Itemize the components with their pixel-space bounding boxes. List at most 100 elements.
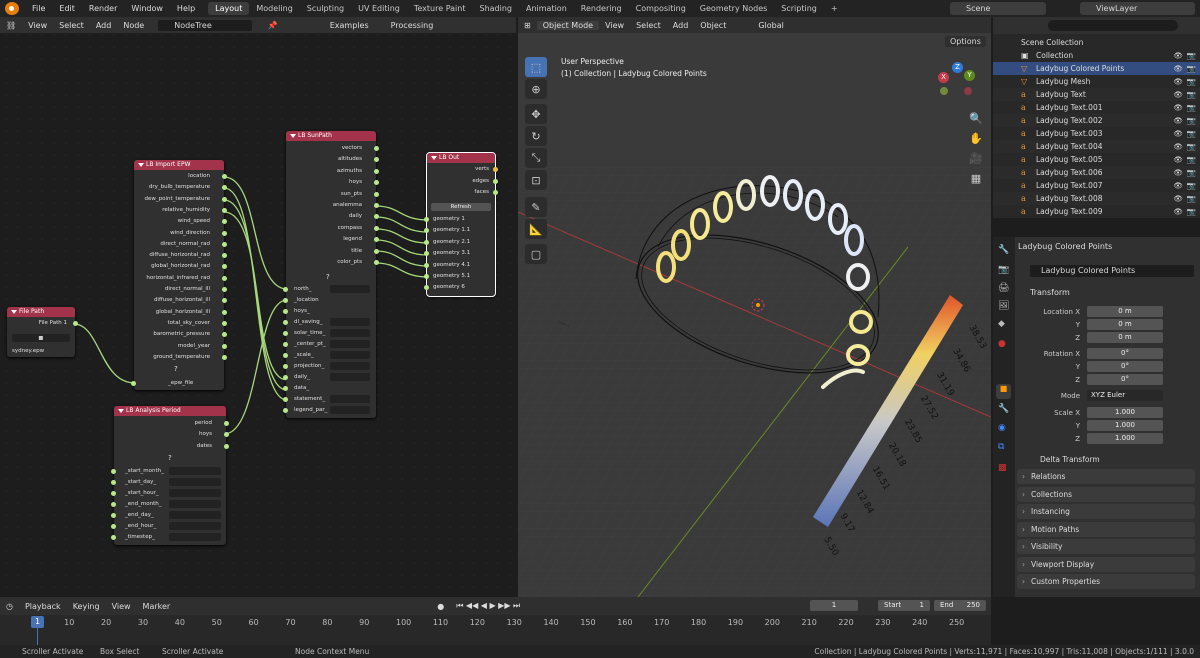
location-z-field[interactable]: 0 m [1087,332,1163,343]
tool-tab-icon[interactable]: 🔧 [998,245,1009,255]
camera-icon[interactable]: 🎥 [965,148,987,168]
camera-icon[interactable]: 📷 [1187,168,1196,177]
node-socket[interactable] [283,298,288,303]
eye-icon[interactable]: 👁 [1173,103,1183,112]
node-socket[interactable] [283,287,288,292]
camera-icon[interactable]: 📷 [1187,129,1196,138]
tab-geometry-nodes[interactable]: Geometry Nodes [693,2,774,15]
node-socket[interactable] [424,239,429,245]
node-socket[interactable] [374,191,379,197]
help-icon[interactable]: ? [168,454,172,462]
grid-icon[interactable]: ▦ [965,168,987,188]
outliner-row[interactable]: a Ladybug Text.009 👁 📷 [993,205,1200,218]
node-socket[interactable] [424,274,429,279]
node-socket[interactable] [424,251,429,257]
playback-menu[interactable]: Playback [19,602,67,611]
outliner-row[interactable]: a Ladybug Text.007 👁 📷 [993,179,1200,192]
node-input-field[interactable] [169,478,221,486]
render-tab-icon[interactable]: 📷 [998,265,1009,275]
rotation-y-field[interactable]: 0° [1087,361,1163,372]
rotation-z-field[interactable]: 0° [1087,374,1163,385]
eye-icon[interactable]: 👁 [1173,129,1183,138]
timeline-view-menu[interactable]: View [106,602,137,611]
select-tool-icon[interactable]: ⬚ [525,57,547,77]
outliner-row[interactable]: a Ladybug Text.006 👁 📷 [993,166,1200,179]
node-socket[interactable] [222,354,227,360]
node-socket[interactable] [222,174,227,179]
node-socket[interactable] [73,321,78,326]
end-frame-field[interactable]: End 250 [934,600,986,611]
view-layer-selector[interactable]: ViewLayer [1080,2,1195,15]
node-socket[interactable] [424,285,429,291]
scale-x-field[interactable]: 1.000 [1087,407,1163,418]
node-socket[interactable] [222,309,227,315]
gizmo-neg-x[interactable] [964,87,972,95]
node-input-field[interactable] [169,533,221,541]
node-socket[interactable] [493,167,498,172]
scale-tool-icon[interactable]: ⤡ [525,148,547,168]
node-socket[interactable] [374,203,379,208]
props-section[interactable]: Instancing [1017,504,1195,519]
cursor-tool-icon[interactable]: ⊕ [525,79,547,99]
pan-hand-icon[interactable]: ✋ [965,128,987,148]
scale-z-field[interactable]: 1.000 [1087,433,1163,444]
output-tab-icon[interactable]: 🖨 [998,283,1009,293]
node-socket[interactable] [111,491,116,496]
3d-viewport[interactable]: 5.50 9.17 12.84 16.51 20.18 23.85 27.52 31.19 34… [518,17,991,597]
node-input-field[interactable] [169,467,221,475]
camera-icon[interactable]: 📷 [1187,51,1196,60]
props-section[interactable]: Relations [1017,469,1195,484]
transform-tool-icon[interactable]: ⊡ [525,170,547,190]
eye-icon[interactable]: 👁 [1173,194,1183,203]
node-socket[interactable] [424,217,429,222]
folder-icon[interactable]: ▪ [12,334,70,342]
outliner-scene-collection[interactable]: Scene Collection [993,36,1200,49]
record-icon[interactable]: ● [431,602,450,611]
timeline-ruler[interactable]: 1102030405060708090100110120130140150160… [0,615,991,645]
node-socket[interactable] [222,320,227,326]
add-workspace-button[interactable]: + [824,2,845,15]
outliner-search-input[interactable] [1048,20,1178,31]
camera-icon[interactable]: 📷 [1187,116,1196,125]
node-socket[interactable] [224,421,229,426]
scene-selector[interactable]: Scene [950,2,1046,15]
gizmo-x-axis[interactable]: X [938,72,949,83]
help-icon[interactable]: ? [174,365,178,373]
node-input-field[interactable] [330,351,370,359]
navigation-gizmo[interactable]: Z Y X [938,62,978,102]
node-socket[interactable] [222,230,227,236]
tab-animation[interactable]: Animation [519,2,574,15]
node-socket[interactable] [374,260,379,265]
eye-icon[interactable]: 👁 [1173,116,1183,125]
location-y-field[interactable]: 0 m [1087,319,1163,330]
props-section[interactable]: Visibility [1017,539,1195,554]
node-sunpath[interactable]: LB SunPath vectors altitudes azimuths hoys s… [283,131,379,418]
node-socket[interactable] [283,309,288,314]
node-input-field[interactable] [330,285,370,293]
outliner-row[interactable]: ▽ Ladybug Mesh 👁 📷 [993,75,1200,88]
camera-icon[interactable]: 📷 [1187,90,1196,99]
options-button[interactable]: Options [945,36,986,47]
node-socket[interactable] [222,343,227,349]
outliner-row[interactable]: a Ladybug Text.003 👁 📷 [993,127,1200,140]
rotate-tool-icon[interactable]: ↻ [525,126,547,146]
props-section[interactable]: Motion Paths [1017,521,1195,537]
camera-icon[interactable]: 📷 [1187,64,1196,73]
node-input-field[interactable] [330,329,370,337]
rotation-mode-dropdown[interactable]: XYZ Euler [1087,390,1163,401]
camera-icon[interactable]: 📷 [1187,194,1196,203]
node-socket[interactable] [222,287,227,292]
node-socket[interactable] [283,397,288,402]
node-socket[interactable] [111,524,116,529]
scale-y-field[interactable]: 1.000 [1087,420,1163,431]
node-input-field[interactable] [169,489,221,497]
node-input-field[interactable] [169,500,221,508]
node-socket[interactable] [111,502,116,507]
node-input-field[interactable] [169,522,221,530]
current-frame-field[interactable]: 1 [810,600,858,611]
viewport-menu-add[interactable]: Add [667,21,695,30]
props-section[interactable]: Viewport Display [1017,556,1195,572]
camera-icon[interactable]: 📷 [1187,103,1196,112]
eye-icon[interactable]: 👁 [1173,207,1183,216]
eye-icon[interactable]: 👁 [1173,77,1183,86]
